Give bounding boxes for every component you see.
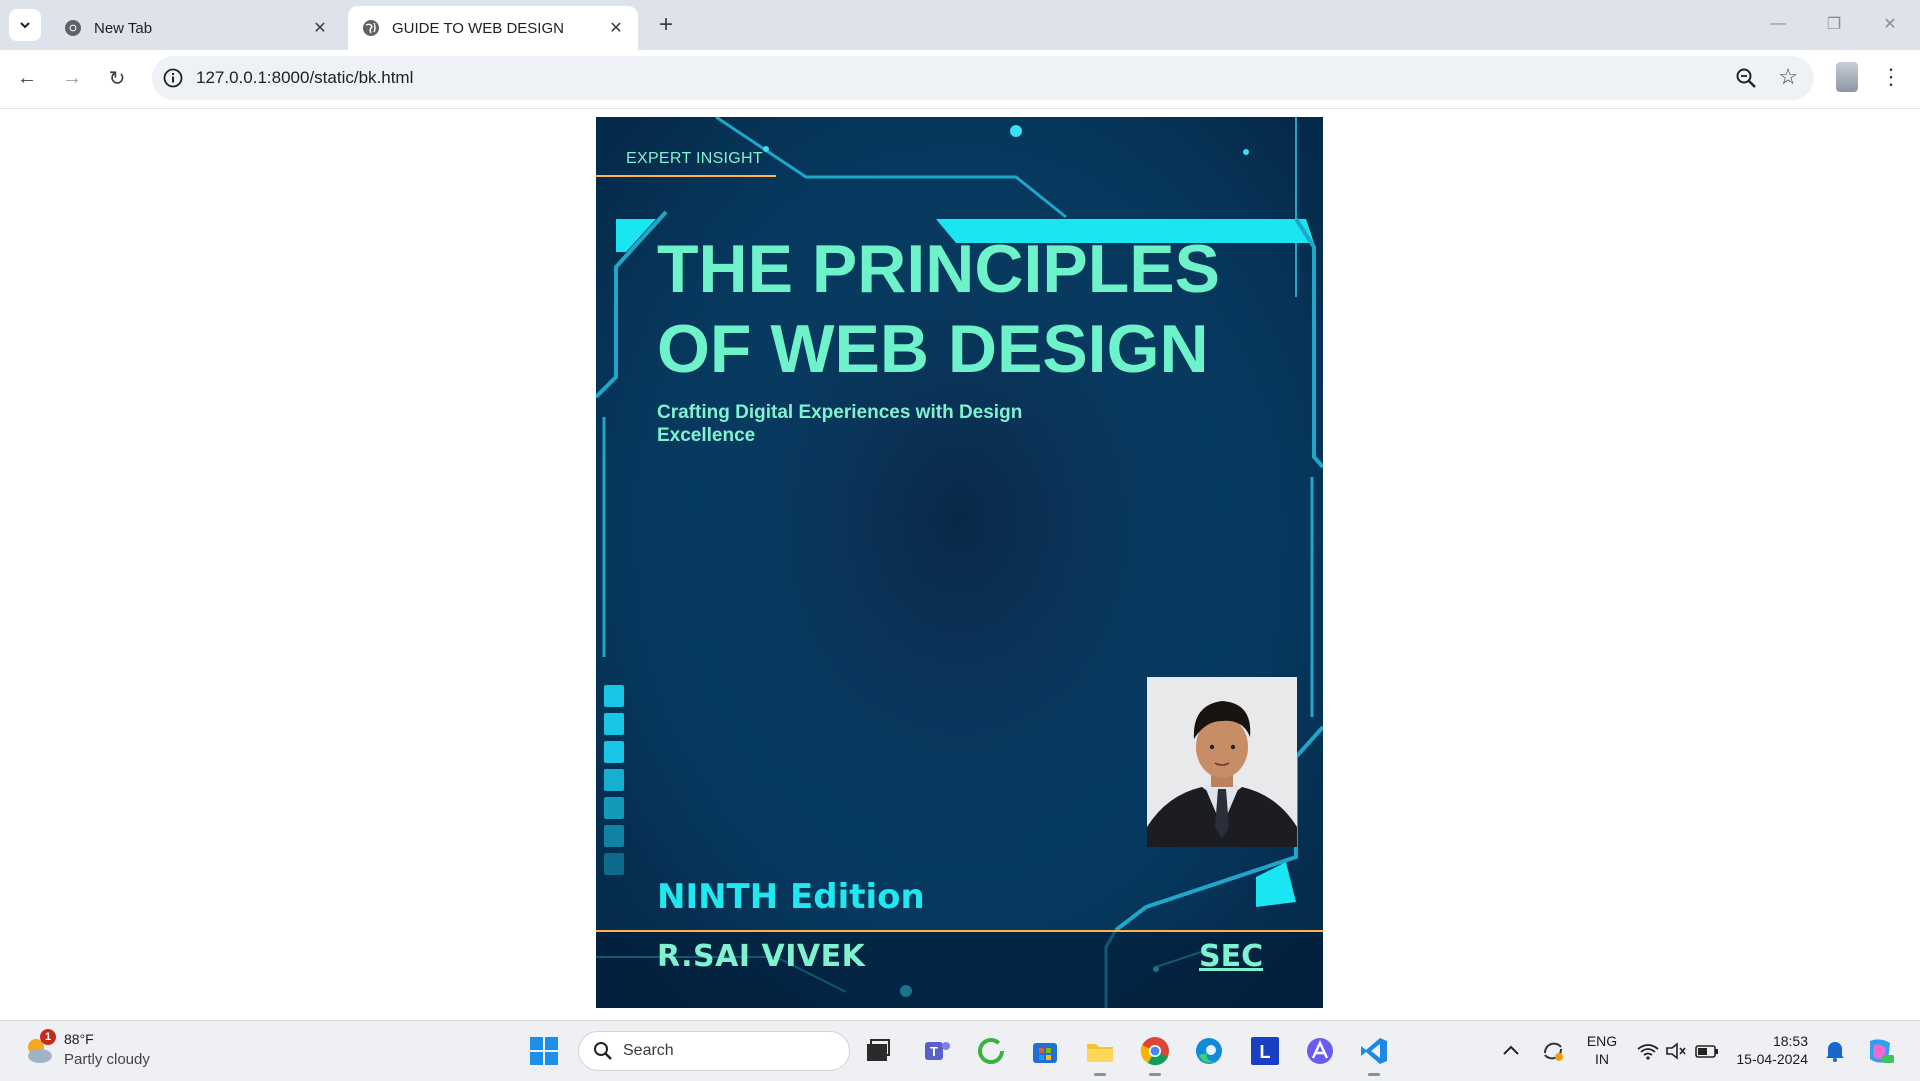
taskbar-search-box[interactable]: Search <box>578 1031 850 1071</box>
globe-icon <box>363 20 379 36</box>
minimize-button[interactable]: — <box>1750 0 1806 48</box>
reload-button[interactable]: ↻ <box>99 60 135 96</box>
task-view-icon[interactable] <box>862 1035 894 1067</box>
clock-date: 15-04-2024 <box>1736 1051 1808 1067</box>
author-name: R.SAI VIVEK <box>657 939 866 974</box>
close-icon[interactable]: ✕ <box>310 18 330 38</box>
l-app-icon[interactable]: L <box>1249 1035 1281 1067</box>
subtitle-line-2: Excellence <box>657 425 756 446</box>
back-button[interactable]: ← <box>9 60 45 96</box>
windows-taskbar: 1 88°F Partly cloudy Search T L ENG IN 1… <box>0 1020 1920 1081</box>
back-icon: ← <box>17 66 37 89</box>
search-placeholder: Search <box>623 1042 674 1059</box>
language-code: ENG <box>1586 1033 1618 1049</box>
teams-icon[interactable]: T <box>921 1035 953 1067</box>
restore-button[interactable]: ❐ <box>1806 0 1862 48</box>
close-window-icon: ✕ <box>1883 16 1897 33</box>
edge-icon[interactable] <box>1193 1035 1225 1067</box>
book-title: THE PRINCIPLES OF WEB DESIGN <box>657 229 1297 389</box>
clock[interactable]: 18:53 15-04-2024 <box>1734 1032 1808 1068</box>
title-line-1: THE PRINCIPLES <box>657 231 1220 307</box>
close-window-button[interactable]: ✕ <box>1862 0 1918 48</box>
chevron-up-icon[interactable] <box>1498 1035 1524 1067</box>
tab-strip: New Tab ✕ GUIDE TO WEB DESIGN ✕ + — ❐ ✕ <box>0 0 1920 50</box>
running-indicator <box>1094 1073 1106 1076</box>
notification-bell-icon[interactable] <box>1822 1035 1848 1067</box>
title-line-2: OF WEB DESIGN <box>657 311 1209 387</box>
divider <box>596 930 1323 932</box>
refresh-circle-app-icon[interactable] <box>975 1035 1007 1067</box>
tab-search-button[interactable] <box>9 9 41 41</box>
arc-app-icon[interactable] <box>1304 1035 1336 1067</box>
svg-text:T: T <box>930 1044 938 1059</box>
browser-toolbar: ← → ↻ 127.0.0.1:8000/static/bk.html ☆ ⋮ <box>0 50 1920 109</box>
new-tab-button[interactable]: + <box>652 11 680 39</box>
chrome-icon <box>65 20 81 36</box>
restore-icon: ❐ <box>1826 16 1842 33</box>
reload-icon: ↻ <box>108 67 126 90</box>
divider <box>596 175 776 177</box>
sync-icon[interactable] <box>1537 1035 1569 1067</box>
volume-muted-icon[interactable] <box>1664 1035 1688 1067</box>
running-indicator <box>1149 1073 1161 1076</box>
forward-icon: → <box>62 66 82 89</box>
chevron-down-icon <box>20 22 30 29</box>
chrome-icon[interactable] <box>1139 1035 1171 1067</box>
zoom-icon[interactable] <box>1734 66 1758 90</box>
tab-guide-to-web-design[interactable]: GUIDE TO WEB DESIGN ✕ <box>348 6 638 50</box>
plus-icon: + <box>658 11 673 38</box>
publisher-link[interactable]: SEC <box>1199 939 1263 974</box>
running-indicator <box>1368 1073 1380 1076</box>
info-icon[interactable] <box>162 67 184 89</box>
tab-title: GUIDE TO WEB DESIGN <box>392 19 564 37</box>
series-label: EXPERT INSIGHT <box>626 150 763 167</box>
address-bar[interactable]: 127.0.0.1:8000/static/bk.html ☆ <box>152 56 1814 100</box>
book-subtitle: Crafting Digital Experiences with Design… <box>657 401 1077 447</box>
star-icon[interactable]: ☆ <box>1778 64 1798 90</box>
microsoft-store-icon[interactable] <box>1029 1035 1061 1067</box>
profile-icon[interactable] <box>1836 62 1858 92</box>
author-photo <box>1147 677 1297 847</box>
tab-new-tab[interactable]: New Tab ✕ <box>50 6 342 50</box>
region-code: IN <box>1595 1051 1609 1067</box>
tab-title: New Tab <box>94 19 153 37</box>
clock-time: 18:53 <box>1772 1033 1808 1049</box>
weather-badge: 1 <box>40 1029 56 1045</box>
url-text[interactable]: 127.0.0.1:8000/static/bk.html <box>196 68 413 88</box>
wifi-icon[interactable] <box>1636 1035 1660 1067</box>
forward-button[interactable]: → <box>54 60 90 96</box>
book-cover: EXPERT INSIGHT THE PRINCIPLES OF WEB DES… <box>596 117 1323 1008</box>
svg-text:L: L <box>1260 1042 1271 1062</box>
file-explorer-icon[interactable] <box>1084 1035 1116 1067</box>
copilot-icon[interactable] <box>1864 1035 1896 1067</box>
language-indicator[interactable]: ENG IN <box>1582 1032 1622 1068</box>
battery-icon[interactable] <box>1694 1035 1720 1067</box>
weather-condition[interactable]: Partly cloudy <box>64 1051 150 1068</box>
edition-label: NINTH Edition <box>657 877 925 917</box>
weather-temperature[interactable]: 88°F <box>64 1031 94 1047</box>
windows-start-icon[interactable] <box>528 1035 560 1067</box>
close-icon[interactable]: ✕ <box>606 18 626 38</box>
search-icon <box>594 1042 612 1060</box>
vs-code-icon[interactable] <box>1358 1035 1390 1067</box>
subtitle-line-1: Crafting Digital Experiences with Design <box>657 402 1023 423</box>
kebab-menu-icon[interactable]: ⋮ <box>1880 64 1902 94</box>
minimize-icon: — <box>1770 15 1786 32</box>
